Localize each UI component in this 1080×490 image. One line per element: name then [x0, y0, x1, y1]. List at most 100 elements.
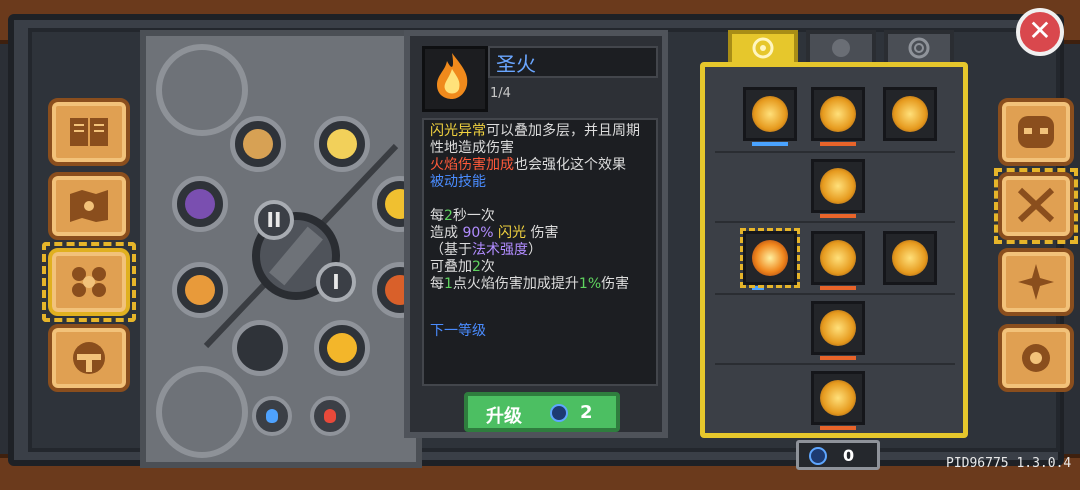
rank-bar — [820, 286, 856, 290]
skill-node-sun[interactable] — [314, 320, 370, 376]
sun-gear-icon — [820, 240, 856, 276]
orb-icon — [327, 129, 357, 159]
stat-line-1: 每2秒一次 — [430, 208, 650, 225]
sphere-icon — [185, 275, 215, 305]
potion-slot-blue[interactable] — [252, 396, 292, 436]
rank-bar — [752, 142, 788, 146]
helmet-icon — [73, 342, 105, 374]
tab-mask[interactable] — [998, 98, 1074, 166]
red-potion-icon — [324, 409, 336, 423]
talent-node-holy-fire[interactable] — [740, 228, 800, 290]
keyword-flash: 闪光 — [493, 225, 527, 241]
keyword-spell-power: 法术强度 — [472, 242, 528, 258]
gem-coin-icon — [809, 447, 827, 465]
book-icon — [70, 118, 108, 146]
tab-skills[interactable] — [994, 168, 1078, 244]
gears-icon — [820, 96, 856, 132]
skill-node-comet[interactable] — [172, 176, 228, 232]
stat-line-5: 每1点火焰伤害加成提升1%伤害 — [430, 276, 650, 293]
blue-potion-icon — [266, 409, 278, 423]
stat-value: 2 — [444, 208, 453, 224]
rank-bar — [820, 214, 856, 218]
stat-line-2: 造成 90% 闪光 伤害 — [430, 225, 650, 242]
swirl-icon — [820, 380, 856, 416]
close-button[interactable]: ✕ — [1016, 8, 1064, 56]
talent-node-shield[interactable] — [883, 231, 937, 285]
tab-sparkle[interactable] — [998, 248, 1074, 316]
tab-map[interactable] — [48, 172, 130, 240]
dice-icon — [243, 129, 273, 159]
next-level-link[interactable]: 下一等级 — [430, 323, 650, 340]
gear-icon — [1022, 344, 1050, 372]
mask-icon — [1018, 116, 1054, 148]
tab-codex-book[interactable] — [48, 98, 130, 166]
desc-text: 也会强化这个效果 — [514, 157, 626, 173]
skill-level: 1/4 — [490, 86, 511, 101]
version-label: PID96775 1.3.0.4 — [946, 456, 1072, 471]
skill-node-empty[interactable] — [232, 320, 288, 376]
stat-text: ） — [528, 242, 542, 258]
stat-text: 每 — [430, 208, 444, 224]
skill-book-panel: II I — [140, 30, 428, 468]
tab-helmet[interactable] — [48, 324, 130, 392]
upgrade-cost: 2 — [580, 402, 593, 423]
sparkle-icon — [1018, 264, 1054, 300]
stat-text: 造成 — [430, 225, 463, 241]
talent-node-swirl[interactable] — [811, 371, 865, 430]
stat-text: （基于 — [430, 242, 472, 258]
skill-description: 闪光异常可以叠加多层，并且周期性地造成伤害 火焰伤害加成也会强化这个效果 被动技… — [422, 118, 658, 386]
skill-node-orb[interactable] — [314, 116, 370, 172]
upgrade-button[interactable]: 升级 2 — [464, 392, 620, 432]
talent-node-cross[interactable] — [883, 87, 937, 141]
stat-text: 每 — [430, 276, 444, 292]
sun-icon — [327, 333, 357, 363]
rank-bar — [820, 142, 856, 146]
cross-icon — [892, 96, 928, 132]
stat-text: 次 — [480, 259, 495, 275]
tree-tab-moon[interactable] — [806, 30, 876, 66]
passive-label: 被动技能 — [430, 174, 486, 190]
gem-coin-icon — [550, 404, 568, 422]
talent-node-idol[interactable] — [811, 301, 865, 360]
skill-detail-popup: 圣火 1/4 闪光异常可以叠加多层，并且周期性地造成伤害 火焰伤害加成也会强化这… — [404, 30, 668, 438]
talent-node-triple-gear[interactable] — [811, 87, 865, 146]
stat-text: 伤害 — [526, 225, 559, 241]
skill-node-dice[interactable] — [230, 116, 286, 172]
desc-line-2: 火焰伤害加成也会强化这个效果 — [430, 157, 650, 174]
stat-text: 伤害 — [601, 276, 630, 292]
stat-text: 秒一次 — [452, 208, 495, 224]
skill-paths — [203, 143, 399, 349]
gear-ring-icon — [820, 168, 856, 204]
tab-talents[interactable] — [42, 242, 136, 322]
map-icon — [70, 190, 108, 222]
desc-line-1: 闪光异常可以叠加多层，并且周期性地造成伤害 — [430, 123, 650, 157]
skill-name: 圣火 — [488, 46, 658, 78]
stat-value: 2 — [472, 259, 481, 275]
fire-icon — [752, 240, 788, 276]
stat-value: 1 — [444, 276, 453, 292]
keyword-fire-bonus: 火焰伤害加成 — [430, 157, 514, 173]
stat-value: 1% — [578, 276, 602, 292]
crossed-swords-icon — [1017, 187, 1055, 223]
talent-node-gear-ring[interactable] — [811, 159, 865, 218]
nuggets-icon — [752, 96, 788, 132]
comet-icon — [185, 189, 215, 219]
talent-tree-panel — [700, 62, 968, 438]
stat-line-3: （基于法术强度） — [430, 242, 650, 259]
gem-balance: 0 — [796, 440, 880, 470]
spiral-emblem-icon — [908, 37, 930, 59]
tier-two-badge: II — [254, 200, 294, 240]
talent-node-sun-gear[interactable] — [811, 231, 865, 290]
tree-tab-spiral[interactable] — [884, 30, 954, 66]
potion-slot-red[interactable] — [310, 396, 350, 436]
moon-emblem-icon — [832, 39, 850, 57]
gem-balance-value: 0 — [843, 446, 855, 465]
stat-text: 点火焰伤害加成提升 — [452, 276, 579, 292]
talent-node-nuggets[interactable] — [743, 87, 797, 146]
stat-value: 90% — [462, 225, 494, 241]
stat-line-4: 可叠加2次 — [430, 259, 650, 276]
keyword-flash: 闪光异常 — [430, 123, 486, 139]
tree-tab-sun[interactable] — [728, 30, 798, 66]
tab-settings[interactable] — [998, 324, 1074, 392]
skill-node-sphere[interactable] — [172, 262, 228, 318]
